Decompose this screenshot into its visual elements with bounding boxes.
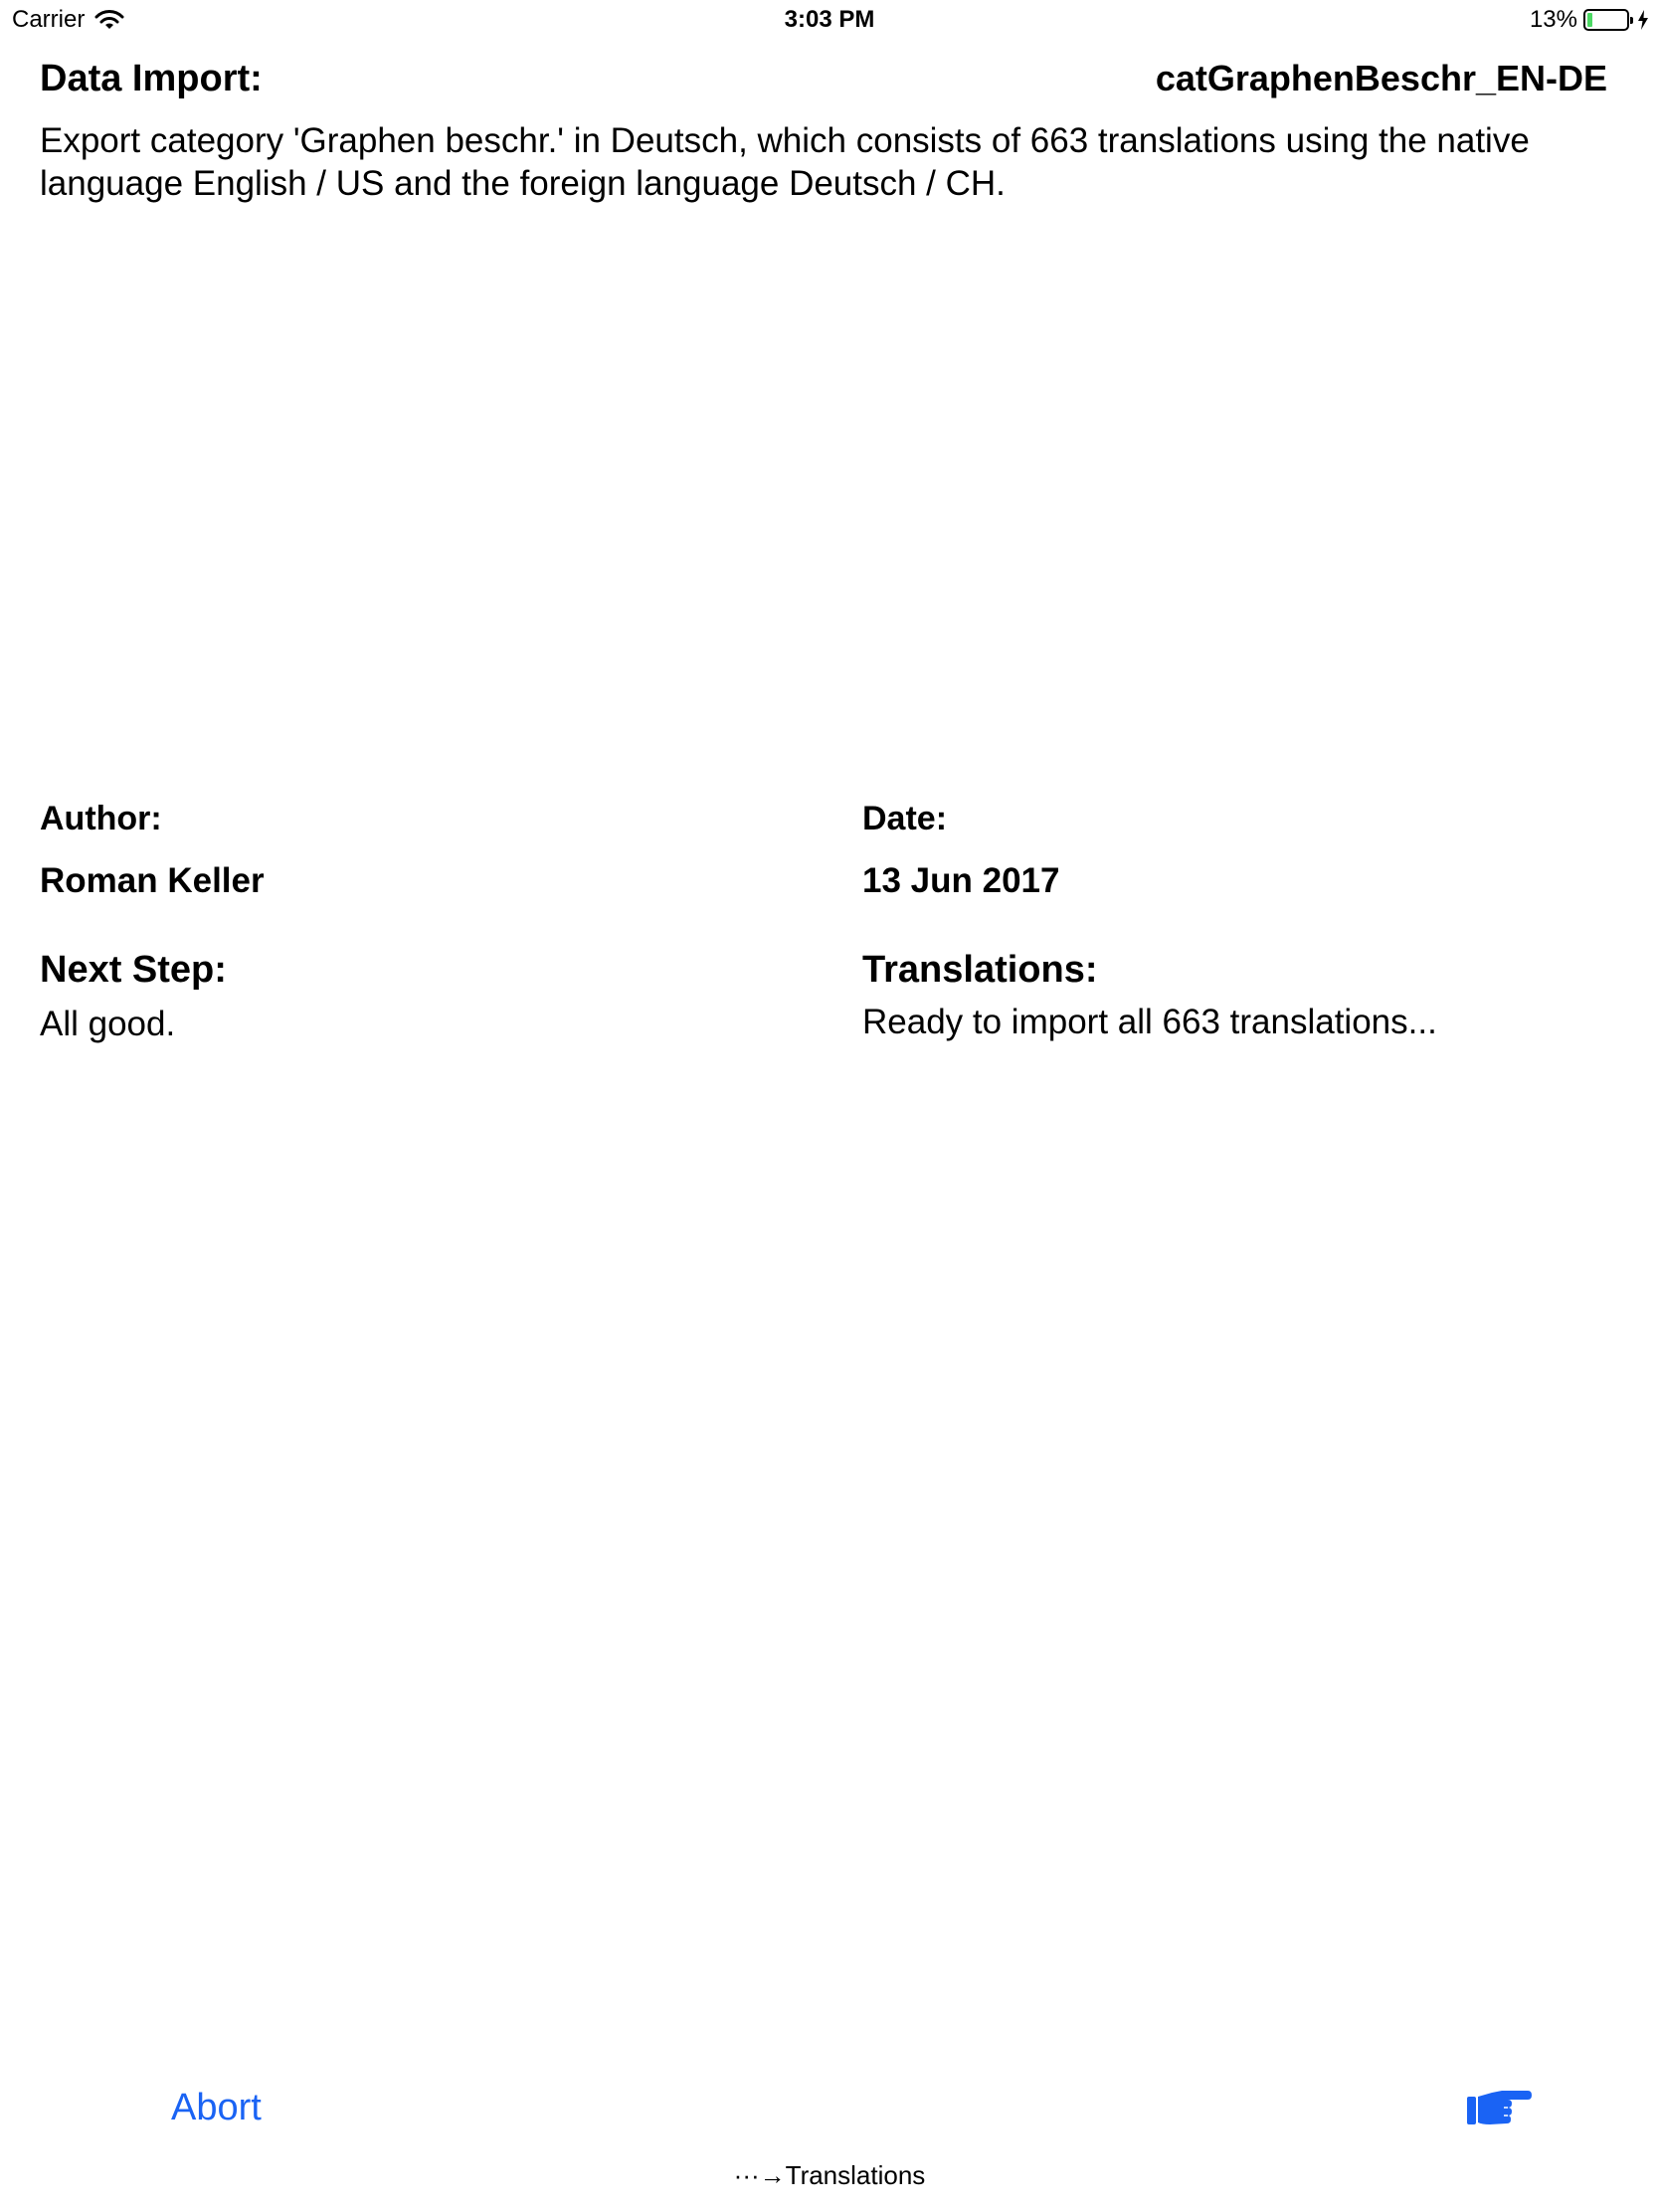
translations-label: Translations:	[862, 949, 1098, 991]
battery-nub	[1630, 17, 1633, 24]
translations-value: Ready to import all 663 translations...	[862, 1003, 1437, 1041]
battery-icon	[1583, 9, 1633, 31]
data-import-label: Data Import:	[40, 58, 263, 99]
footer-translations-label: ···→Translations	[733, 2160, 926, 2190]
battery-percent: 13%	[1529, 6, 1577, 33]
import-filename: catGraphenBeschr_EN-DE	[1155, 58, 1607, 98]
next-step-value: All good.	[40, 1005, 176, 1043]
date-label: Date:	[862, 800, 948, 837]
status-time: 3:03 PM	[784, 6, 875, 33]
abort-button[interactable]: Abort	[171, 2087, 262, 2129]
charging-icon	[1637, 9, 1649, 31]
import-description: Export category 'Graphen beschr.' in Deu…	[40, 121, 1530, 203]
pointing-hand-icon	[1466, 2091, 1532, 2138]
next-step-label: Next Step:	[40, 949, 227, 991]
status-bar-right: 13%	[1530, 6, 1649, 34]
date-value: 13 Jun 2017	[862, 861, 1060, 900]
status-bar: Carrier 3:03 PM 13%	[0, 0, 1659, 40]
author-value: Roman Keller	[40, 861, 265, 900]
author-label: Author:	[40, 800, 162, 837]
battery-fill	[1587, 13, 1592, 27]
next-button[interactable]	[1466, 2085, 1532, 2134]
